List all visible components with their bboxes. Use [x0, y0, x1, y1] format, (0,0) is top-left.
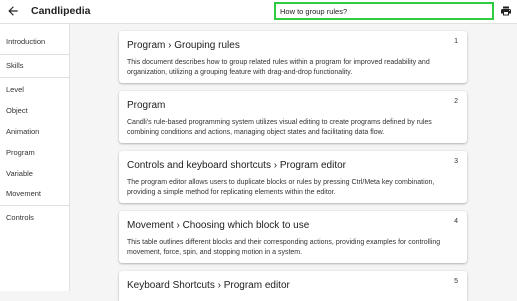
result-description: This table outlines different blocks and… [127, 239, 441, 256]
sidebar-item-controls[interactable]: Controls [6, 213, 34, 222]
app-bar: Candlipedia [0, 0, 517, 24]
result-title: Controls and keyboard shortcuts › Progra… [127, 160, 346, 171]
app-title: Candlipedia [31, 5, 91, 17]
sidebar-item-variable[interactable]: Variable [6, 169, 33, 178]
sidebar-item-skills[interactable]: Skills [6, 61, 24, 70]
sidebar-item-animation[interactable]: Animation [6, 127, 39, 136]
result-number: 3 [454, 158, 458, 165]
result-card[interactable]: Program 2 Candli's rule-based programmin… [119, 91, 467, 143]
result-title: Movement › Choosing which block to use [127, 220, 310, 231]
result-card[interactable]: Program › Grouping rules 1 This document… [119, 31, 467, 83]
result-card[interactable]: Controls and keyboard shortcuts › Progra… [119, 151, 467, 203]
arrow-left-icon[interactable] [6, 4, 20, 18]
search-input[interactable] [274, 2, 494, 20]
result-card[interactable]: Keyboard Shortcuts › Program editor 5 [119, 271, 467, 301]
result-description: Candli's rule-based programming system u… [127, 119, 432, 136]
printer-icon[interactable] [500, 5, 512, 17]
sidebar-item-movement[interactable]: Movement [6, 189, 41, 198]
sidebar-item-introduction[interactable]: Introduction [6, 37, 45, 46]
result-description: This document describes how to group rel… [127, 59, 430, 76]
result-card[interactable]: Movement › Choosing which block to use 4… [119, 211, 467, 263]
result-title: Keyboard Shortcuts › Program editor [127, 280, 290, 291]
result-title: Program [127, 100, 166, 111]
result-number: 4 [454, 218, 458, 225]
sidebar-item-level[interactable]: Level [6, 85, 24, 94]
result-number: 2 [454, 98, 458, 105]
result-description: The program editor allows users to dupli… [127, 179, 435, 196]
result-number: 5 [454, 278, 458, 285]
result-title: Program › Grouping rules [127, 40, 240, 51]
sidebar-item-program[interactable]: Program [6, 148, 35, 157]
sidebar-divider [0, 77, 69, 78]
sidebar-divider [0, 205, 69, 206]
result-number: 1 [454, 38, 458, 45]
sidebar-divider [0, 54, 69, 55]
sidebar-item-object[interactable]: Object [6, 106, 28, 115]
sidebar: Introduction Skills Level Object Animati… [0, 24, 70, 291]
